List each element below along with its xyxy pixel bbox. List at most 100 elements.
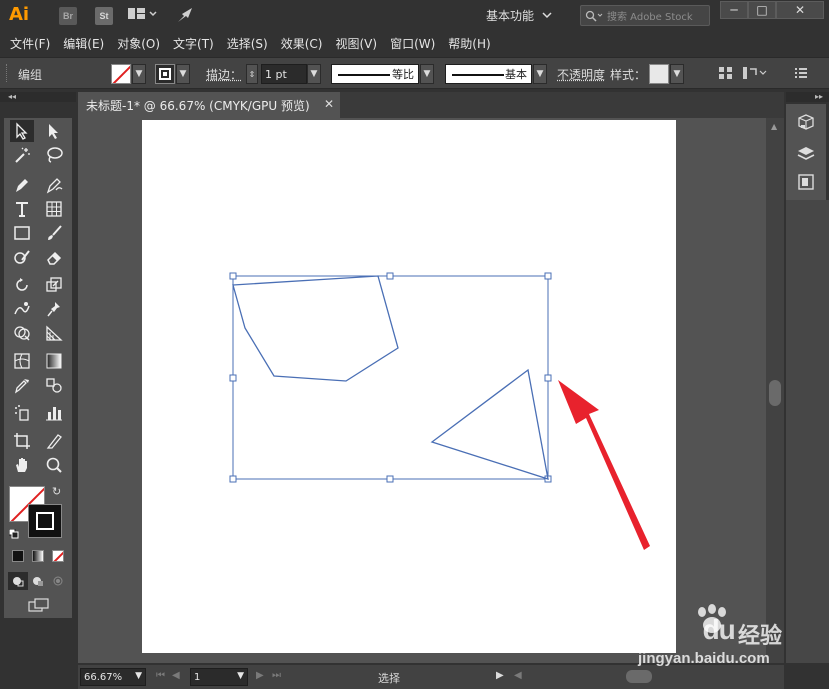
zoom-level-field[interactable]: 66.67% ▼	[80, 668, 146, 686]
zoom-tool[interactable]	[42, 454, 66, 476]
scale-tool[interactable]	[42, 274, 66, 296]
menu-edit[interactable]: 编辑(E)	[63, 35, 104, 52]
curvature-tool[interactable]	[42, 174, 66, 196]
shaper-tool[interactable]	[10, 246, 34, 268]
tools-panel-collapse[interactable]: ◂◂	[0, 92, 76, 102]
blend-tool[interactable]	[42, 374, 66, 396]
swap-fill-stroke-icon[interactable]: ↻	[52, 485, 61, 498]
scroll-up-icon[interactable]: ▲	[771, 122, 777, 131]
document-tab[interactable]: 未标题-1* @ 66.67% (CMYK/GPU 预览) ✕	[78, 92, 340, 118]
paintbrush-tool[interactable]	[42, 222, 66, 244]
menu-help[interactable]: 帮助(H)	[448, 35, 490, 52]
artwork-layer[interactable]	[78, 118, 766, 663]
perspective-grid-tool[interactable]	[42, 322, 66, 344]
canvas-area[interactable]	[78, 118, 766, 663]
stroke-weight-dropdown[interactable]: ▼	[307, 64, 321, 84]
first-artboard-icon[interactable]: ⏮	[156, 670, 165, 681]
type-tool[interactable]	[10, 198, 34, 220]
gradient-mode-button[interactable]	[32, 550, 44, 562]
menu-type[interactable]: 文字(T)	[173, 35, 214, 52]
brush-definition[interactable]: 基本	[445, 64, 532, 84]
minimize-button[interactable]: ─	[720, 1, 748, 19]
close-window-button[interactable]: ✕	[776, 1, 824, 19]
close-document-button[interactable]: ✕	[324, 97, 334, 111]
draw-inside-button[interactable]	[48, 572, 68, 590]
artboard-tool[interactable]	[10, 430, 34, 452]
vertical-scrollbar[interactable]: ▲	[766, 118, 784, 663]
artboard-dropdown-icon[interactable]: ▼	[237, 671, 244, 681]
gradient-tool[interactable]	[42, 350, 66, 372]
menu-window[interactable]: 窗口(W)	[390, 35, 435, 52]
rectangle-tool[interactable]	[10, 222, 34, 244]
current-tool-status[interactable]: 选择	[378, 670, 400, 686]
default-colors-icon[interactable]	[8, 528, 19, 539]
horizontal-scroll-thumb[interactable]	[626, 670, 652, 683]
graphic-style-dropdown[interactable]: ▼	[670, 64, 684, 84]
workspace-switcher[interactable]: 基本功能	[486, 4, 552, 26]
stock-button[interactable]: St	[95, 7, 113, 25]
bridge-button[interactable]: Br	[59, 7, 77, 25]
eyedropper-tool[interactable]	[10, 374, 34, 396]
mesh-tool[interactable]	[10, 350, 34, 372]
shape-builder-tool[interactable]	[10, 322, 34, 344]
lasso-tool[interactable]	[42, 144, 66, 166]
profile-dropdown[interactable]: ▼	[420, 64, 434, 84]
handle-bottom-left[interactable]	[229, 475, 237, 483]
menu-file[interactable]: 文件(F)	[10, 35, 50, 52]
selection-tool[interactable]	[10, 120, 34, 142]
panel-grip[interactable]	[6, 64, 9, 82]
stroke-dropdown[interactable]: ▼	[176, 64, 190, 84]
stroke-panel-link[interactable]: 描边：	[206, 66, 242, 83]
artboard-number-field[interactable]: 1 ▼	[190, 668, 248, 686]
handle-middle-right[interactable]	[544, 374, 552, 382]
menu-effect[interactable]: 效果(C)	[281, 35, 323, 52]
none-mode-button[interactable]	[52, 550, 64, 562]
handle-top-right[interactable]	[544, 272, 552, 280]
variable-width-profile[interactable]: 等比	[331, 64, 419, 84]
right-dock-collapse[interactable]: ▸▸	[786, 92, 829, 102]
stroke-swatch[interactable]	[155, 64, 175, 84]
handle-top-left[interactable]	[229, 272, 237, 280]
color-mode-button[interactable]	[12, 550, 24, 562]
artboards-panel-icon[interactable]	[796, 172, 816, 192]
rectangular-grid-tool[interactable]	[42, 198, 66, 220]
gpu-performance-icon[interactable]	[176, 6, 196, 28]
symbol-sprayer-tool[interactable]	[10, 402, 34, 424]
libraries-icon[interactable]	[796, 112, 816, 132]
opacity-panel-link[interactable]: 不透明度	[557, 66, 605, 83]
direct-selection-tool[interactable]	[42, 120, 66, 142]
layers-icon[interactable]	[796, 144, 816, 164]
stroke-weight-stepper[interactable]: ⇕	[246, 64, 258, 84]
warp-tool[interactable]	[10, 298, 34, 320]
handle-middle-left[interactable]	[229, 374, 237, 382]
menu-view[interactable]: 视图(V)	[335, 35, 377, 52]
panel-menu-icon[interactable]	[794, 65, 808, 83]
puppet-warp-tool[interactable]	[42, 298, 66, 320]
status-menu-icon[interactable]: ▶	[496, 670, 504, 681]
column-graph-tool[interactable]	[42, 402, 66, 424]
stock-search-input[interactable]: 搜索 Adobe Stock	[580, 5, 710, 26]
pen-tool[interactable]	[10, 174, 34, 196]
scroll-left-icon[interactable]: ◀	[514, 670, 522, 681]
rotate-tool[interactable]	[10, 274, 34, 296]
arrange-documents-icon[interactable]	[127, 6, 157, 26]
stroke-color-box[interactable]	[28, 504, 62, 538]
brush-dropdown[interactable]: ▼	[533, 64, 547, 84]
vertical-scroll-thumb[interactable]	[769, 380, 781, 406]
magic-wand-tool[interactable]	[10, 144, 34, 166]
handle-bottom-center[interactable]	[386, 475, 394, 483]
menu-select[interactable]: 选择(S)	[227, 35, 268, 52]
fill-dropdown[interactable]: ▼	[132, 64, 146, 84]
eraser-tool[interactable]	[42, 246, 66, 268]
zoom-dropdown-icon[interactable]: ▼	[135, 671, 142, 681]
fill-swatch[interactable]	[111, 64, 131, 84]
prev-artboard-icon[interactable]: ◀	[172, 670, 180, 681]
maximize-button[interactable]: □	[748, 1, 776, 19]
slice-tool[interactable]	[42, 430, 66, 452]
graphic-style-swatch[interactable]	[649, 64, 669, 84]
screen-mode-button[interactable]	[26, 596, 52, 614]
selection-bounding-box[interactable]	[232, 275, 549, 480]
transform-icon[interactable]	[742, 65, 768, 85]
menu-object[interactable]: 对象(O)	[117, 35, 160, 52]
align-icon[interactable]	[718, 65, 734, 85]
